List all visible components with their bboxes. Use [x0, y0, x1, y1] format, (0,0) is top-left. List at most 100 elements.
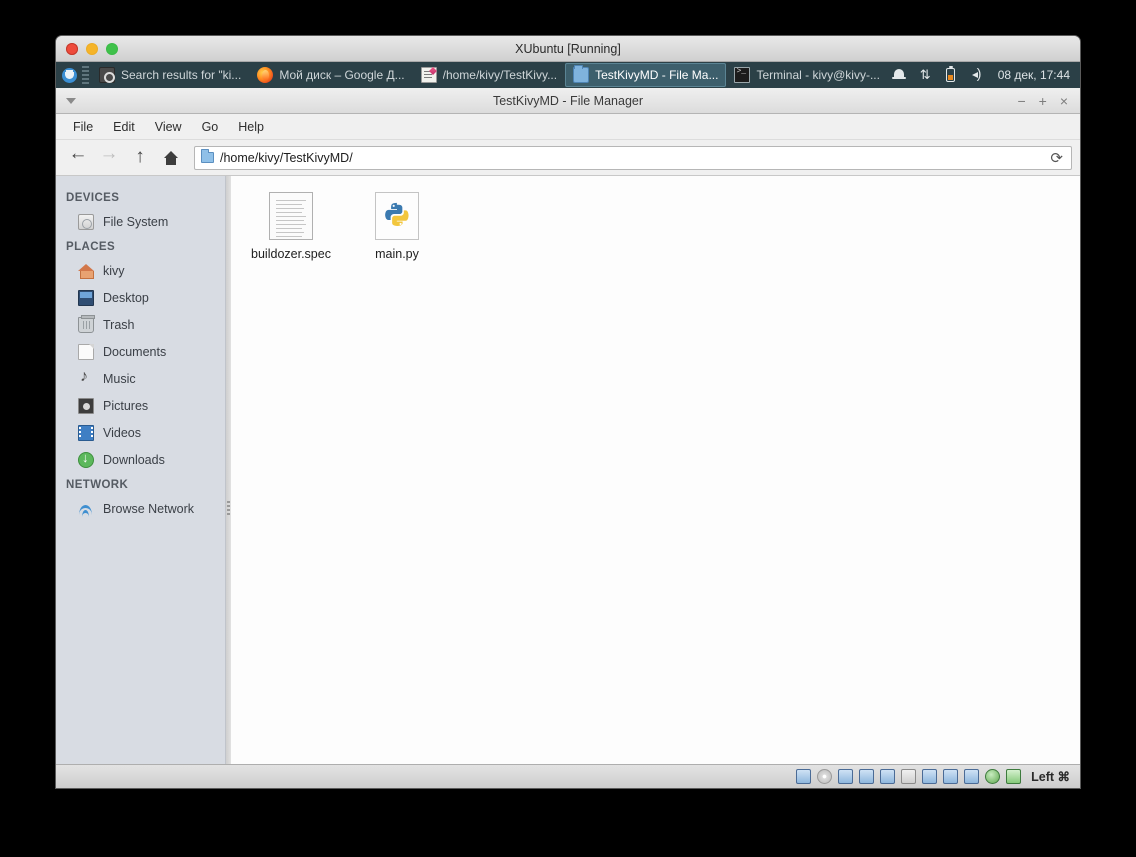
sidebar-item-label: Videos	[103, 425, 141, 440]
documents-icon	[78, 343, 94, 360]
battery-icon[interactable]	[945, 66, 955, 82]
sidebar-item-label: kivy	[103, 263, 125, 278]
file-list-view[interactable]: buildozer.spec main.py	[231, 176, 1080, 788]
python-file-icon	[373, 192, 421, 240]
toolbar: /home/kivy/TestKivyMD/ ⟳	[56, 140, 1080, 176]
virtualbox-title: XUbuntu [Running]	[515, 41, 621, 56]
virtualbox-titlebar: XUbuntu [Running]	[56, 36, 1080, 62]
sidebar-item-pictures[interactable]: Pictures	[56, 392, 225, 419]
forward-arrow-icon	[100, 147, 119, 164]
hard-drive-icon	[78, 213, 94, 230]
reload-icon[interactable]: ⟳	[1050, 149, 1065, 167]
sidebar-item-label: Desktop	[103, 290, 149, 305]
update-icon[interactable]	[1006, 769, 1022, 784]
network-transfer-icon[interactable]: ⇅	[917, 67, 933, 83]
system-tray: ⇅ 08 дек, 17:44	[891, 65, 1080, 83]
usb-icon[interactable]	[880, 769, 896, 784]
firefox-icon	[257, 67, 274, 83]
file-grid: buildozer.spec main.py	[245, 188, 1080, 261]
sidebar-item-desktop[interactable]: Desktop	[56, 284, 225, 311]
sidebar-item-label: Browse Network	[103, 501, 194, 516]
menu-help[interactable]: Help	[229, 117, 273, 137]
file-manager-window: TestKivyMD - File Manager − + × File Edi…	[56, 88, 1080, 788]
up-button[interactable]	[126, 144, 154, 172]
trash-icon	[78, 314, 95, 333]
file-item[interactable]: buildozer.spec	[245, 188, 337, 261]
network-icon[interactable]	[859, 769, 875, 784]
file-manager-body: DEVICES File System PLACES kivy Desktop …	[56, 176, 1080, 788]
globe-icon[interactable]	[985, 769, 1001, 784]
sidebar-item-label: Downloads	[103, 452, 165, 467]
folder-icon	[201, 149, 214, 163]
window-title: TestKivyMD - File Manager	[492, 93, 644, 108]
music-icon	[78, 368, 94, 387]
back-arrow-icon	[69, 147, 88, 164]
taskbar-item-file-manager[interactable]: TestKivyMD - File Ma...	[565, 63, 727, 87]
virtualbox-window: XUbuntu [Running] Search results for "ki…	[56, 36, 1080, 788]
host-key-label: Left ⌘	[1031, 770, 1070, 784]
taskbar-item-text-editor[interactable]: /home/kivy/TestKivy...	[413, 63, 565, 87]
menu-file[interactable]: File	[64, 117, 102, 137]
file-label: main.py	[375, 247, 419, 261]
sidebar-item-music[interactable]: Music	[56, 365, 225, 392]
path-text: /home/kivy/TestKivyMD/	[220, 150, 353, 165]
python-logo-icon	[385, 202, 409, 227]
path-entry[interactable]: /home/kivy/TestKivyMD/ ⟳	[194, 145, 1072, 170]
taskbar-label: Search results for "ki...	[121, 68, 242, 82]
menu-edit[interactable]: Edit	[104, 117, 144, 137]
home-icon	[78, 263, 94, 279]
taskbar-label: TestKivyMD - File Ma...	[595, 68, 719, 82]
taskbar-item-terminal[interactable]: Terminal - kivy@kivy-...	[726, 63, 888, 87]
sidebar-item-browse-network[interactable]: Browse Network	[56, 495, 225, 522]
up-arrow-icon	[135, 149, 145, 167]
virtualbox-statusbar: Left ⌘	[56, 764, 1080, 788]
file-manager-icon	[573, 65, 590, 83]
notification-bell-icon[interactable]	[891, 67, 907, 83]
optical-disc-icon[interactable]	[817, 769, 833, 784]
floppy-icon[interactable]	[838, 769, 854, 784]
splitter-grip-icon	[227, 501, 230, 515]
thunar-search-icon	[99, 67, 115, 83]
sidebar-header-devices: DEVICES	[66, 192, 120, 204]
taskbar-label: /home/kivy/TestKivy...	[442, 68, 558, 82]
shared-folder-icon[interactable]	[901, 769, 917, 784]
sidebar-item-label: Music	[103, 371, 136, 386]
text-document-icon	[267, 192, 315, 240]
hard-disk-icon[interactable]	[796, 769, 812, 784]
sidebar-header-places: PLACES	[66, 241, 116, 253]
panel-grip-handle[interactable]	[82, 66, 89, 84]
home-icon	[163, 150, 179, 165]
processor-icon[interactable]	[964, 769, 980, 784]
menu-bar: File Edit View Go Help	[56, 114, 1080, 140]
volume-icon[interactable]	[968, 65, 984, 83]
taskbar-label: Terminal - kivy@kivy-...	[756, 68, 880, 82]
sidebar-item-videos[interactable]: Videos	[56, 419, 225, 446]
videos-icon	[78, 424, 94, 441]
file-item[interactable]: main.py	[351, 188, 443, 261]
taskbar-label: Мой диск – Google Д...	[279, 68, 405, 82]
video-capture-icon[interactable]	[943, 769, 959, 784]
sidebar-item-label: Pictures	[103, 398, 149, 413]
downloads-icon	[78, 450, 94, 468]
network-wifi-icon	[78, 501, 94, 517]
display-icon[interactable]	[922, 769, 938, 784]
menu-view[interactable]: View	[146, 117, 191, 137]
sidebar-item-downloads[interactable]: Downloads	[56, 446, 225, 473]
whisker-menu-button[interactable]	[56, 62, 82, 88]
sidebar-item-documents[interactable]: Documents	[56, 338, 225, 365]
sidebar: DEVICES File System PLACES kivy Desktop …	[56, 176, 226, 788]
clock[interactable]: 08 дек, 17:44	[998, 68, 1070, 82]
menu-go[interactable]: Go	[193, 117, 228, 137]
sidebar-item-trash[interactable]: Trash	[56, 311, 225, 338]
taskbar-item-firefox[interactable]: Мой диск – Google Д...	[249, 63, 412, 87]
pictures-icon	[78, 397, 94, 414]
taskbar-item-search-results[interactable]: Search results for "ki...	[91, 63, 249, 87]
sidebar-item-file-system[interactable]: File System	[56, 208, 225, 235]
desktop-icon	[78, 289, 94, 306]
sidebar-item-kivy[interactable]: kivy	[56, 257, 225, 284]
forward-button[interactable]	[95, 144, 123, 172]
whisker-menu-icon	[61, 67, 77, 83]
home-button[interactable]	[157, 144, 185, 172]
text-editor-icon	[420, 67, 437, 83]
back-button[interactable]	[64, 144, 92, 172]
